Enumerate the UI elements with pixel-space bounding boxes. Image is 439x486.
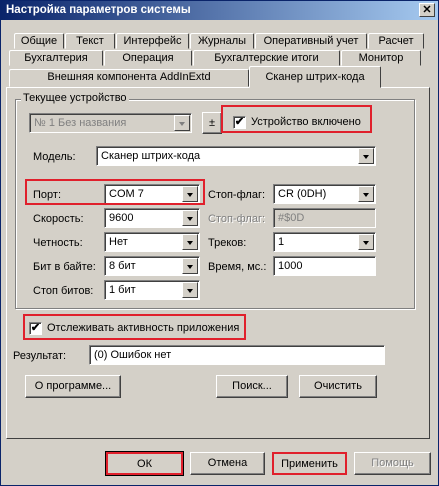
stopbits-value: 1 бит — [109, 284, 136, 296]
speed-select[interactable]: 9600 — [104, 208, 200, 228]
chevron-down-icon[interactable] — [358, 186, 374, 202]
stop-flag-code-input: #$0D — [273, 208, 376, 228]
tab-interface[interactable]: Интерфейс — [116, 33, 189, 49]
track-activity-checkbox[interactable]: ✔ — [29, 322, 42, 335]
tab-barcode-scanner[interactable]: Сканер штрих-кода — [249, 66, 381, 88]
device-value: № 1 Без названия — [34, 117, 127, 129]
about-button[interactable]: О программе... — [25, 375, 121, 398]
tab-accounting[interactable]: Бухгалтерия — [9, 50, 103, 66]
tab-calculation[interactable]: Расчет — [368, 33, 424, 49]
stopbits-label: Стоп битов: — [33, 285, 94, 297]
stop-flag-select[interactable]: CR (0DH) — [273, 184, 376, 204]
search-button[interactable]: Поиск... — [216, 375, 288, 398]
result-field: (0) Ошибок нет — [89, 345, 385, 365]
bits-label: Бит в байте: — [33, 261, 96, 273]
tab-operation[interactable]: Операция — [104, 50, 192, 66]
tab-panel: Текущее устройство № 1 Без названия ± ✔ … — [6, 87, 430, 439]
apply-button[interactable]: Применить — [272, 452, 347, 475]
tab-monitor[interactable]: Монитор — [341, 50, 421, 66]
parity-select[interactable]: Нет — [104, 232, 200, 252]
tab-journals[interactable]: Журналы — [190, 33, 254, 49]
ok-button[interactable]: ОК — [105, 451, 184, 476]
cancel-button[interactable]: Отмена — [190, 452, 265, 475]
settings-dialog: Настройка параметров системы ✕ Общие Тек… — [0, 0, 439, 486]
stop-flag-value: CR (0DH) — [278, 188, 327, 200]
group-label: Текущее устройство — [21, 92, 129, 104]
port-value: COM 7 — [109, 188, 144, 200]
port-select[interactable]: COM 7 — [104, 184, 200, 204]
chevron-down-icon — [174, 115, 190, 131]
parity-label: Четность: — [33, 237, 83, 249]
tracks-label: Треков: — [208, 237, 247, 249]
chevron-down-icon[interactable] — [182, 186, 198, 202]
port-label: Порт: — [33, 189, 61, 201]
chevron-down-icon[interactable] — [182, 210, 198, 226]
device-enabled-label: Устройство включено — [251, 116, 361, 128]
time-label: Время, мс.: — [208, 261, 267, 273]
model-label: Модель: — [33, 151, 76, 163]
tab-addin-extd[interactable]: Внешняя компонента AddInExtd — [9, 69, 249, 87]
tab-general[interactable]: Общие — [14, 33, 64, 49]
stopbits-select[interactable]: 1 бит — [104, 280, 200, 300]
device-plusminus-button[interactable]: ± — [202, 112, 222, 134]
track-activity-label: Отслеживать активность приложения — [47, 322, 240, 334]
help-button: Помощь — [354, 452, 431, 475]
chevron-down-icon[interactable] — [182, 258, 198, 274]
window-title: Настройка параметров системы — [6, 4, 191, 16]
tab-text[interactable]: Текст — [65, 33, 115, 49]
chevron-down-icon[interactable] — [182, 234, 198, 250]
stop-flag-label: Стоп-флаг: — [208, 189, 266, 201]
bits-select[interactable]: 8 бит — [104, 256, 200, 276]
tab-operational-accounting[interactable]: Оперативный учет — [255, 33, 367, 49]
clear-button[interactable]: Очистить — [299, 375, 377, 398]
chevron-down-icon[interactable] — [358, 148, 374, 164]
time-input[interactable]: 1000 — [273, 256, 376, 276]
title-bar[interactable]: Настройка параметров системы ✕ — [1, 1, 438, 20]
stop-flag-code-value: #$0D — [278, 212, 305, 224]
result-value: (0) Ошибок нет — [94, 349, 172, 361]
result-label: Результат: — [13, 350, 67, 362]
device-select: № 1 Без названия — [29, 113, 192, 133]
chevron-down-icon[interactable] — [182, 282, 198, 298]
time-value: 1000 — [278, 260, 303, 272]
stop-flag-code-label: Стоп-флаг: — [208, 213, 266, 225]
bits-value: 8 бит — [109, 260, 136, 272]
chevron-down-icon[interactable] — [358, 234, 374, 250]
model-value: Сканер штрих-кода — [101, 150, 201, 162]
speed-value: 9600 — [109, 212, 134, 224]
model-select[interactable]: Сканер штрих-кода — [96, 146, 376, 166]
parity-value: Нет — [109, 236, 128, 248]
tracks-select[interactable]: 1 — [273, 232, 376, 252]
device-enabled-checkbox[interactable]: ✔ — [233, 116, 246, 129]
speed-label: Скорость: — [33, 213, 84, 225]
tracks-value: 1 — [278, 236, 285, 248]
tab-accounting-totals[interactable]: Бухгалтерские итоги — [193, 50, 340, 66]
close-icon[interactable]: ✕ — [419, 3, 435, 17]
